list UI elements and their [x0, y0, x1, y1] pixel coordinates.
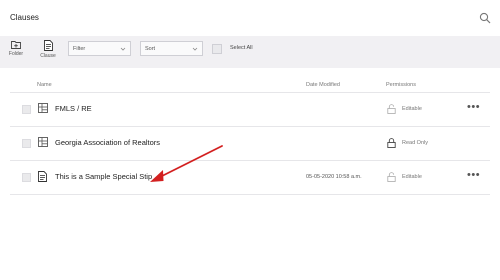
row-checkbox[interactable] [22, 139, 31, 148]
select-all-checkbox[interactable] [212, 44, 222, 54]
sort-label: Sort [145, 46, 156, 52]
more-options-icon[interactable]: ••• [467, 169, 480, 181]
folder-grid-icon [38, 103, 48, 113]
sort-dropdown[interactable]: Sort [140, 41, 203, 56]
lock-icon [387, 138, 396, 148]
new-clause-button[interactable]: Clause [37, 40, 59, 59]
table-row[interactable]: This is a Sample Special Stip 05-05-2020… [10, 161, 490, 195]
unlock-icon [387, 172, 396, 182]
select-all-label: Select All [230, 45, 253, 51]
row-name[interactable]: Georgia Association of Realtors [55, 138, 160, 147]
row-checkbox[interactable] [22, 105, 31, 114]
table-row[interactable]: FMLS / RE Editable ••• [10, 93, 490, 127]
row-permission: Read Only [402, 140, 428, 146]
filter-dropdown[interactable]: Filter [68, 41, 131, 56]
unlock-icon [387, 104, 396, 114]
chevron-down-icon [120, 47, 126, 51]
column-header-date[interactable]: Date Modified [306, 82, 340, 88]
folder-grid-icon [38, 137, 48, 147]
chevron-down-icon [192, 47, 198, 51]
row-date: 05-05-2020 10:58 a.m. [306, 174, 362, 180]
column-header-name[interactable]: Name [37, 82, 52, 88]
clause-label: Clause [40, 53, 56, 59]
row-name[interactable]: FMLS / RE [55, 104, 92, 113]
folder-add-icon [11, 41, 21, 49]
more-options-icon[interactable]: ••• [467, 101, 480, 113]
header-bar: Clauses [0, 0, 500, 36]
clause-document-icon [43, 40, 53, 51]
page-title: Clauses [10, 13, 39, 22]
row-checkbox[interactable] [22, 173, 31, 182]
row-permission: Editable [402, 106, 422, 112]
column-header-permissions[interactable]: Permissions [386, 82, 416, 88]
folder-label: Folder [8, 51, 24, 57]
search-icon[interactable] [479, 11, 491, 24]
row-name[interactable]: This is a Sample Special Stip [55, 172, 152, 181]
new-folder-button[interactable]: Folder [5, 40, 27, 57]
row-permission: Editable [402, 174, 422, 180]
document-icon [38, 171, 47, 182]
table-row[interactable]: Georgia Association of Realtors Read Onl… [10, 127, 490, 161]
filter-label: Filter [73, 46, 86, 52]
